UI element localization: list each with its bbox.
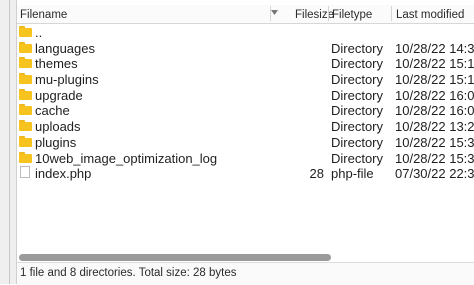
file-icon — [20, 166, 30, 179]
file-row[interactable]: plugins Directory 10/28/22 15:34: — [17, 134, 474, 150]
column-last-modified[interactable]: Last modified — [396, 9, 464, 21]
folder-icon — [19, 73, 32, 85]
file-modified: 10/28/22 15:35: — [395, 150, 474, 166]
status-bar: 1 file and 8 directories. Total size: 28… — [17, 262, 474, 285]
folder-icon — [19, 151, 32, 163]
column-divider[interactable] — [391, 6, 392, 21]
file-modified: 10/28/22 15:19: — [395, 72, 474, 88]
file-type: Directory — [331, 72, 384, 88]
file-modified: 10/28/22 13:20: — [395, 119, 474, 135]
file-name: uploads — [35, 119, 81, 135]
folder-icon — [19, 57, 32, 69]
file-name: .. — [35, 25, 43, 40]
file-row[interactable]: themes Directory 10/28/22 15:14: — [17, 55, 474, 71]
file-row[interactable]: 10web_image_optimization_log Directory 1… — [17, 150, 474, 166]
file-row[interactable]: upgrade Directory 10/28/22 16:00: — [17, 87, 474, 103]
file-row[interactable]: index.php 28 php-file 07/30/22 22:36: — [17, 165, 474, 181]
file-row[interactable]: cache Directory 10/28/22 16:01: — [17, 102, 474, 118]
folder-icon — [19, 88, 32, 100]
file-name: mu-plugins — [35, 72, 99, 88]
file-name: languages — [35, 40, 95, 56]
file-type: Directory — [331, 56, 384, 72]
file-modified: 10/28/22 16:00: — [395, 87, 474, 103]
horizontal-scrollbar[interactable] — [17, 253, 474, 262]
column-filetype[interactable]: Filetype — [332, 9, 372, 21]
folder-icon — [19, 120, 32, 132]
file-type: Directory — [331, 134, 384, 150]
file-type: Directory — [331, 103, 384, 119]
file-size: 28 — [309, 166, 324, 182]
file-name: 10web_image_optimization_log — [35, 150, 218, 166]
file-list: .. languages Directory 10/28/22 14:30: t… — [17, 24, 474, 181]
file-modified: 10/28/22 16:01: — [395, 103, 474, 119]
file-type: Directory — [331, 40, 384, 56]
file-name: index.php — [35, 166, 92, 182]
file-name: upgrade — [35, 87, 83, 103]
file-type: php-file — [331, 166, 374, 182]
file-modified: 10/28/22 14:30: — [395, 40, 474, 56]
file-name: plugins — [35, 134, 77, 150]
file-type: Directory — [331, 119, 384, 135]
file-row[interactable]: languages Directory 10/28/22 14:30: — [17, 40, 474, 56]
remote-file-list: Filename Filesize Filetype Last modified… — [17, 0, 474, 285]
folder-icon — [19, 26, 32, 37]
tree-pane-divider — [9, 0, 10, 284]
file-modified: 10/28/22 15:34: — [395, 134, 474, 150]
folder-icon — [19, 41, 32, 53]
file-row-parent[interactable]: .. — [17, 24, 474, 40]
file-modified: 10/28/22 15:14: — [395, 56, 474, 72]
file-modified: 07/30/22 22:36: — [395, 166, 474, 182]
file-name: cache — [35, 103, 70, 119]
file-row[interactable]: uploads Directory 10/28/22 13:20: — [17, 118, 474, 134]
tree-pane-edge — [0, 0, 17, 284]
status-summary: 1 file and 8 directories. Total size: 28… — [20, 267, 237, 279]
column-filename[interactable]: Filename — [20, 9, 67, 21]
scrollbar-thumb[interactable] — [19, 254, 331, 261]
file-row[interactable]: mu-plugins Directory 10/28/22 15:19: — [17, 71, 474, 87]
column-divider[interactable] — [328, 6, 329, 21]
folder-icon — [19, 104, 32, 116]
file-type: Directory — [331, 150, 384, 166]
column-header: Filename Filesize Filetype Last modified — [17, 5, 474, 24]
folder-icon — [19, 135, 32, 147]
sort-indicator-icon — [271, 10, 278, 15]
file-name: themes — [35, 56, 78, 72]
file-type: Directory — [331, 87, 384, 103]
